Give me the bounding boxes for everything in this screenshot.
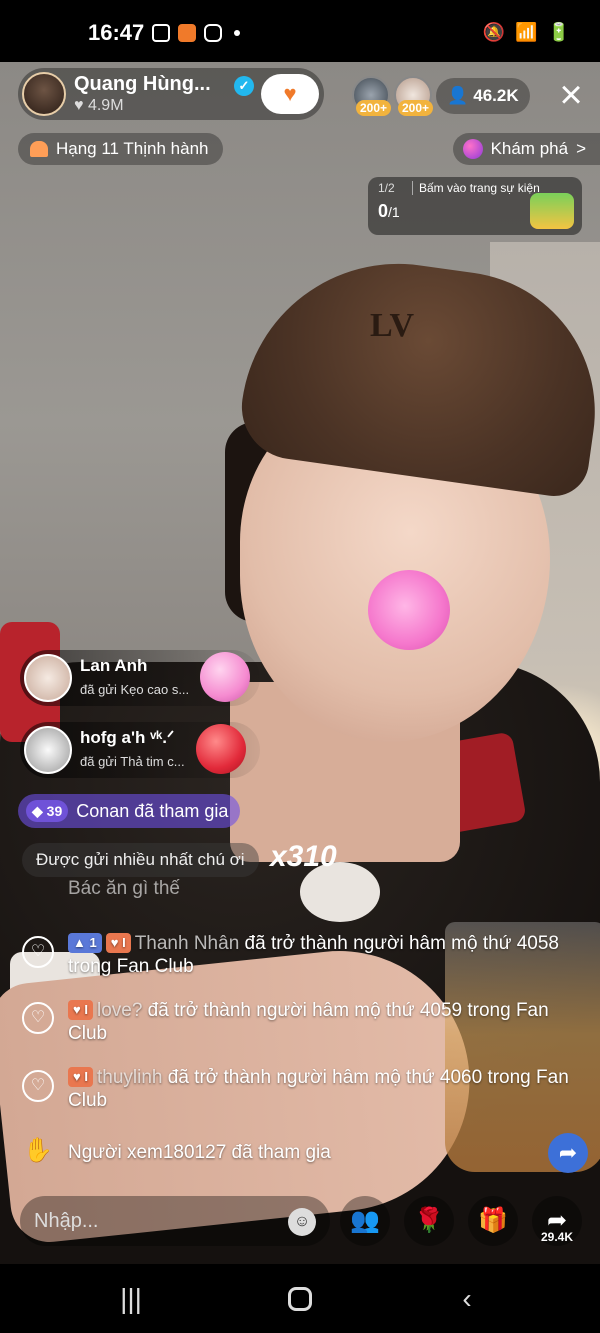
share-arrow-icon[interactable]: ➦ [548, 1133, 588, 1173]
wave-hand-icon: ✋ [23, 1137, 53, 1164]
gift-notification: hofg a'h ᵛᵏ.ᐟ đã gửi Thả tim c... [20, 722, 260, 778]
suggested-comment[interactable]: Được gửi nhiều nhất chú ơi [22, 843, 259, 877]
host-likes-count: 4.9M [87, 97, 124, 114]
more-notifications-dot-icon [234, 30, 240, 36]
chat-input-container[interactable]: ☺ [20, 1196, 330, 1246]
heart-icon: ♥ [74, 97, 84, 114]
gift-notification: Lan Anh đã gửi Kẹo cao s... [20, 650, 260, 706]
status-system-icons: 🔕 📶 🔋 [483, 22, 570, 43]
rose-gift-icon[interactable]: 🌹 [404, 1196, 454, 1246]
event-step: 1/2 [378, 181, 395, 195]
chat-message[interactable]: Người xem180127 đã tham gia [68, 1141, 578, 1164]
event-progress-current: 0 [378, 201, 389, 221]
chat-username[interactable]: thuylinh [97, 1067, 163, 1088]
close-icon[interactable]: × [552, 75, 590, 115]
host-avatar[interactable] [22, 72, 66, 116]
status-time: 16:47 [88, 20, 145, 45]
gift-description: đã gửi Thả tim c... [80, 754, 185, 769]
fan-tag: ♥ I [105, 933, 131, 953]
fan-tag: ♥ I [68, 1000, 93, 1020]
gifter-name: hofg a'h ᵛᵏ.ᐟ [80, 728, 175, 747]
gift-description: đã gửi Kẹo cao s... [80, 682, 190, 697]
explore-button[interactable]: Khám phá > [452, 133, 600, 165]
bottom-action-bar: ☺ 👥 🌹 🎁 ➦ 29.4K [0, 1190, 600, 1250]
trending-rank[interactable]: Hạng 11 Thịnh hành [18, 133, 223, 165]
level-badge: ◆ 39 [26, 800, 69, 822]
gifter-avatar[interactable] [24, 726, 72, 774]
explore-orb-icon [462, 139, 483, 159]
chat-message[interactable]: ▲ 1 ♥ I Thanh Nhân đã trở thành người hâm … [68, 932, 578, 978]
fan-club-heart-icon: ♡ [22, 1002, 54, 1034]
verified-icon: ✓ [234, 76, 254, 96]
event-progress-total: /1 [388, 204, 400, 220]
heart-plus-icon: ♥ [283, 81, 297, 106]
recent-apps-icon[interactable]: ||| [106, 1282, 156, 1316]
trending-rank-label: Hạng 11 Thịnh hành [56, 139, 209, 158]
instagram-icon [204, 24, 222, 42]
share-button[interactable]: ➦ 29.4K [532, 1196, 582, 1246]
explore-label: Khám phá [490, 139, 569, 158]
host-info[interactable]: Quang Hùng... ✓ ♥ 4.9M ♥ [18, 68, 324, 120]
fan-club-heart-icon: ♡ [22, 1070, 54, 1102]
kiss-effect-icon [368, 570, 450, 650]
fan-club-heart-icon: ♡ [22, 936, 54, 968]
event-card[interactable]: 1/2 Bấm vào trang sự kiện 0/1 [368, 177, 582, 235]
fan-tag-value: I [84, 1002, 88, 1017]
level-value: 39 [46, 803, 63, 819]
home-button[interactable] [275, 1282, 325, 1316]
status-notification-icons [152, 24, 240, 42]
gifter-name: Lan Anh [80, 656, 148, 675]
cap-logo-icon: LV [370, 307, 415, 344]
gift-combo-count: x310 [270, 840, 337, 873]
join-text: Conan đã tham gia [76, 801, 229, 821]
battery-icon: 🔋 [547, 22, 570, 42]
chat-message[interactable]: ♥ Ithuylinh đã trở thành người hâm mộ th… [68, 1066, 578, 1112]
home-icon [288, 1287, 312, 1311]
rank-tag: ▲ 1 [68, 933, 102, 953]
bubble-gum-gift-icon [200, 652, 250, 702]
wifi-icon: 📶 [515, 22, 538, 42]
heart-gift-icon [196, 724, 246, 774]
host-likes: ♥ 4.9M [74, 97, 124, 115]
fan-tag: ♥ I [68, 1067, 93, 1087]
multi-guest-icon[interactable]: 👥 [340, 1196, 390, 1246]
chat-message-faded: Bác ăn gì thế [68, 878, 180, 899]
mute-icon: 🔕 [482, 22, 506, 42]
fan-tag-value: I [84, 1069, 88, 1084]
gifter-avatar[interactable] [24, 654, 72, 702]
host-name[interactable]: Quang Hùng... [74, 73, 211, 96]
event-title: Bấm vào trang sự kiện [412, 181, 540, 195]
fan-tag-value: I [122, 935, 126, 950]
event-island-icon [530, 193, 574, 229]
rank-tag-value: 1 [89, 935, 97, 950]
chevron-right-icon: > [576, 139, 586, 158]
video-call-icon [178, 24, 196, 42]
follow-button[interactable]: ♥ [261, 74, 319, 114]
screen-recorder-icon [152, 24, 170, 42]
viewer-count[interactable]: 👤 46.2K [436, 78, 530, 114]
back-icon[interactable]: ‹ [442, 1282, 492, 1316]
diamond-icon: ◆ [32, 803, 43, 819]
emoji-icon[interactable]: ☺ [288, 1208, 316, 1236]
chat-text: Người xem180127 đã tham gia [68, 1142, 331, 1163]
share-count: 29.4K [540, 1230, 574, 1244]
top-viewer-badge: 200+ [356, 100, 392, 116]
join-notification: ◆ 39 Conan đã tham gia [18, 794, 241, 828]
chat-username[interactable]: Thanh Nhân [135, 933, 240, 954]
person-icon: 👤 [447, 86, 469, 105]
top-viewers[interactable]: 200+ 200+ [352, 76, 434, 116]
top-viewer-badge: 200+ [398, 100, 434, 116]
chat-message[interactable]: ♥ Ilove? đã trở thành người hâm mộ thứ 4… [68, 999, 578, 1045]
chat-input[interactable] [34, 1196, 274, 1246]
rank-heart-icon [30, 141, 48, 157]
status-bar: 16:47 🔕 📶 🔋 [0, 0, 600, 62]
event-progress: 0/1 [378, 201, 400, 222]
gift-box-icon[interactable]: 🎁 [468, 1196, 518, 1246]
viewer-count-value: 46.2K [473, 86, 519, 105]
system-nav-bar: ||| ‹ [0, 1264, 600, 1333]
chat-username[interactable]: love? [97, 1000, 142, 1021]
